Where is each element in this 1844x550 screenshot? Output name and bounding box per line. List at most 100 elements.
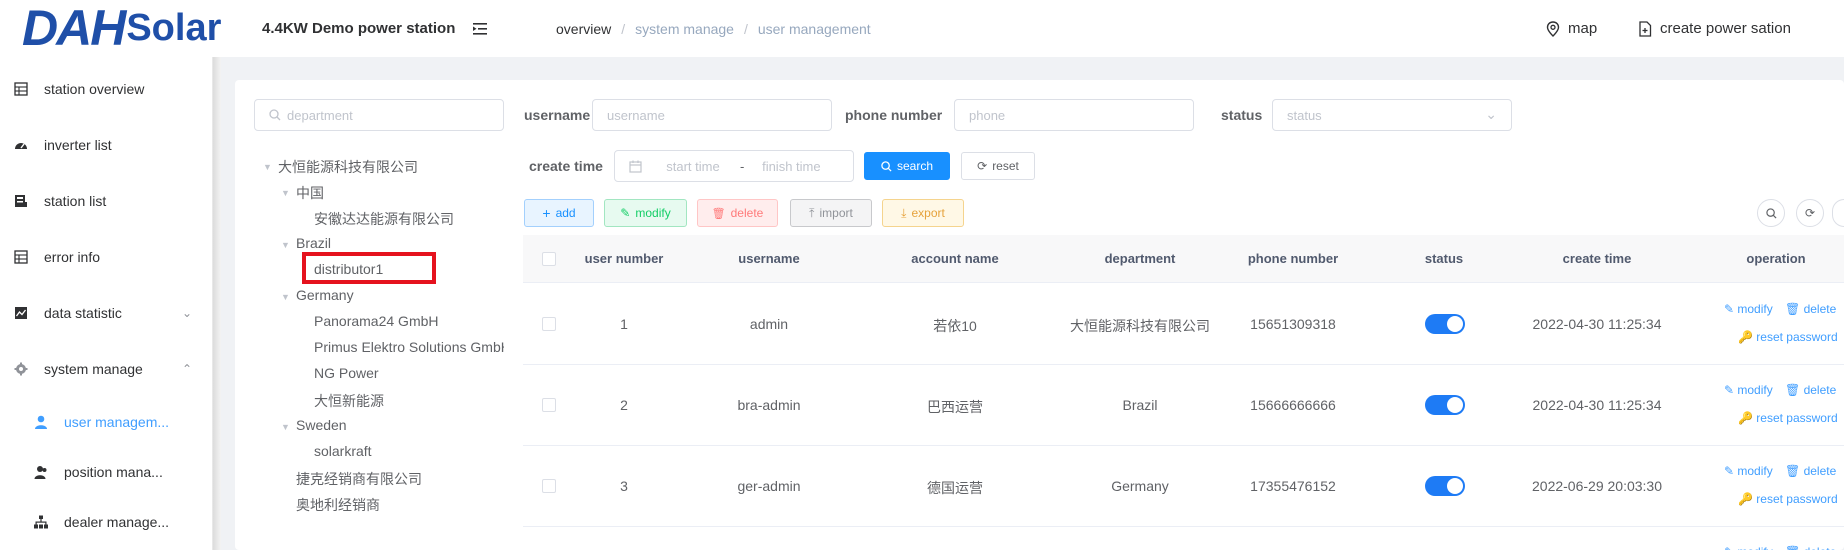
column-header-username: username [738,251,800,266]
sidebar-label: data statistic [44,305,122,321]
status-toggle[interactable] [1425,476,1465,496]
row-delete-link[interactable]: 🗑 delete [1785,464,1836,478]
tree-node-china-child[interactable]: 安徽达达能源有限公司 [314,209,454,229]
create-power-station-link[interactable]: create power sation [1638,20,1791,37]
phone-input[interactable]: phone [954,99,1194,131]
tree-node-germany[interactable]: Germany [296,287,354,303]
tree-node-brazil[interactable]: Brazil [296,235,331,251]
tree-node-china[interactable]: 中国 [296,183,324,203]
cell-account-name: 德国运营 [927,480,983,496]
tree-node-czech[interactable]: 捷克经销商有限公司 [296,469,422,489]
username-input[interactable]: username [592,99,832,131]
export-button[interactable]: ⤓ export [882,199,964,227]
menu-fold-icon[interactable] [472,21,488,37]
sidebar-item-position-management[interactable]: position mana... [0,448,213,496]
breadcrumb-system-manage: system manage [635,21,734,37]
dashboard-icon [15,143,27,149]
cell-department: Germany [1111,478,1169,494]
tree-caret-down-icon[interactable]: ▼ [281,240,290,250]
sidebar-item-dealer-management[interactable]: dealer manage... [0,498,213,546]
cell-create-time: 2022-04-30 11:25:34 [1532,397,1662,413]
select-all-checkbox[interactable] [542,252,556,266]
grid-icon [14,250,28,264]
station-icon [15,195,27,207]
sidebar-item-data-statistic[interactable]: data statistic ⌄ [0,285,213,341]
breadcrumb-user-management: user management [757,21,871,37]
tree-node-austria[interactable]: 奥地利经销商 [296,495,380,515]
column-header-create-time: create time [1562,251,1632,266]
tree-caret-down-icon[interactable]: ▼ [281,422,290,432]
row-reset-password-link[interactable]: 🔑 reset password [1738,330,1838,344]
search-icon [1765,207,1777,219]
cell-username: admin [749,316,789,332]
row-checkbox[interactable] [542,479,556,493]
sidebar-item-system-manage[interactable]: system manage ⌃ [0,341,213,397]
logo-text: DAH [22,0,126,56]
tree-node-germany-child[interactable]: Primus Elektro Solutions GmbH [314,339,504,355]
row-delete-link[interactable]: 🗑 delete [1785,302,1836,316]
tree-caret-down-icon[interactable]: ▼ [281,188,290,198]
cell-username: bra-admin [737,397,801,413]
toggle-knob [1447,397,1463,413]
start-time-placeholder: start time [666,158,720,174]
sidebar-item-station-list[interactable]: station list [0,173,213,229]
add-button[interactable]: + add [524,199,594,227]
search-icon [269,109,281,121]
tree-caret-down-icon[interactable]: ▼ [281,292,290,302]
cell-phone-number: 17355476152 [1250,478,1336,494]
row-delete-link[interactable]: 🗑 delete [1785,383,1836,397]
sidebar-item-error-info[interactable]: error info [0,229,213,285]
create-time-label: create time [529,158,603,174]
row-modify-link[interactable]: ✎ modify [1724,545,1773,550]
breadcrumb-overview[interactable]: overview [556,21,611,37]
row-reset-password-link[interactable]: 🔑 reset password [1738,411,1838,425]
row-divider [523,445,1844,446]
search-button-label: search [896,159,934,173]
row-modify-link[interactable]: ✎ modify [1724,464,1773,478]
tree-node-sweden[interactable]: Sweden [296,417,347,433]
phone-number-label: phone number [845,107,943,123]
row-delete-link[interactable]: 🗑 delete [1785,545,1836,550]
chevron-up-icon: ⌃ [182,362,193,376]
tree-node-sweden-child[interactable]: solarkraft [314,443,372,459]
modify-button[interactable]: ✎ modify [604,199,687,227]
status-toggle[interactable] [1425,395,1465,415]
export-button-label: export [911,206,945,220]
department-search-input[interactable]: department [254,99,504,131]
tree-caret-down-icon[interactable]: ▼ [263,162,272,172]
row-divider [523,526,1844,527]
sidebar-item-user-management[interactable]: user managem... [0,398,213,446]
plus-icon: + [542,205,551,221]
row-checkbox[interactable] [542,317,556,331]
highlight-annotation-box [302,252,436,284]
row-reset-password-link[interactable]: 🔑 reset password [1738,492,1838,506]
status-toggle[interactable] [1425,314,1465,334]
refresh-button[interactable]: ⟳ [1796,199,1824,227]
row-checkbox[interactable] [542,398,556,412]
reset-button[interactable]: ⟳ reset [961,152,1035,180]
delete-button[interactable]: 🗑 delete [697,199,778,227]
tree-node-root[interactable]: 大恒能源科技有限公司 [278,157,418,177]
tree-node-germany-child[interactable]: 大恒新能源 [314,391,384,411]
dah-solar-logo[interactable]: DAH Solar [22,0,221,56]
toggle-search-button[interactable] [1757,199,1785,227]
delete-link-label: delete [1803,302,1837,316]
date-range-picker[interactable]: start time - finish time [614,150,854,182]
modify-link-label: modify [1737,302,1773,316]
import-button[interactable]: ⤒ import [790,199,872,227]
tree-node-germany-child[interactable]: NG Power [314,365,379,381]
map-link[interactable]: map [1546,20,1597,37]
modify-link-label: modify [1737,383,1773,397]
row-modify-link[interactable]: ✎ modify [1724,383,1773,397]
column-header-status: status [1424,251,1464,266]
cell-account-name: 巴西运营 [927,399,983,415]
cell-account-name: 若依10 [933,318,977,334]
range-separator: - [740,158,745,174]
row-modify-link[interactable]: ✎ modify [1724,302,1773,316]
status-select[interactable]: status ⌄ [1272,99,1512,131]
sidebar-label: dealer manage... [64,514,170,530]
sidebar-item-station-overview[interactable]: station overview [0,61,213,117]
search-button[interactable]: search [864,152,950,180]
sidebar-item-inverter-list[interactable]: inverter list [0,117,213,173]
tree-node-germany-child[interactable]: Panorama24 GmbH [314,313,439,329]
